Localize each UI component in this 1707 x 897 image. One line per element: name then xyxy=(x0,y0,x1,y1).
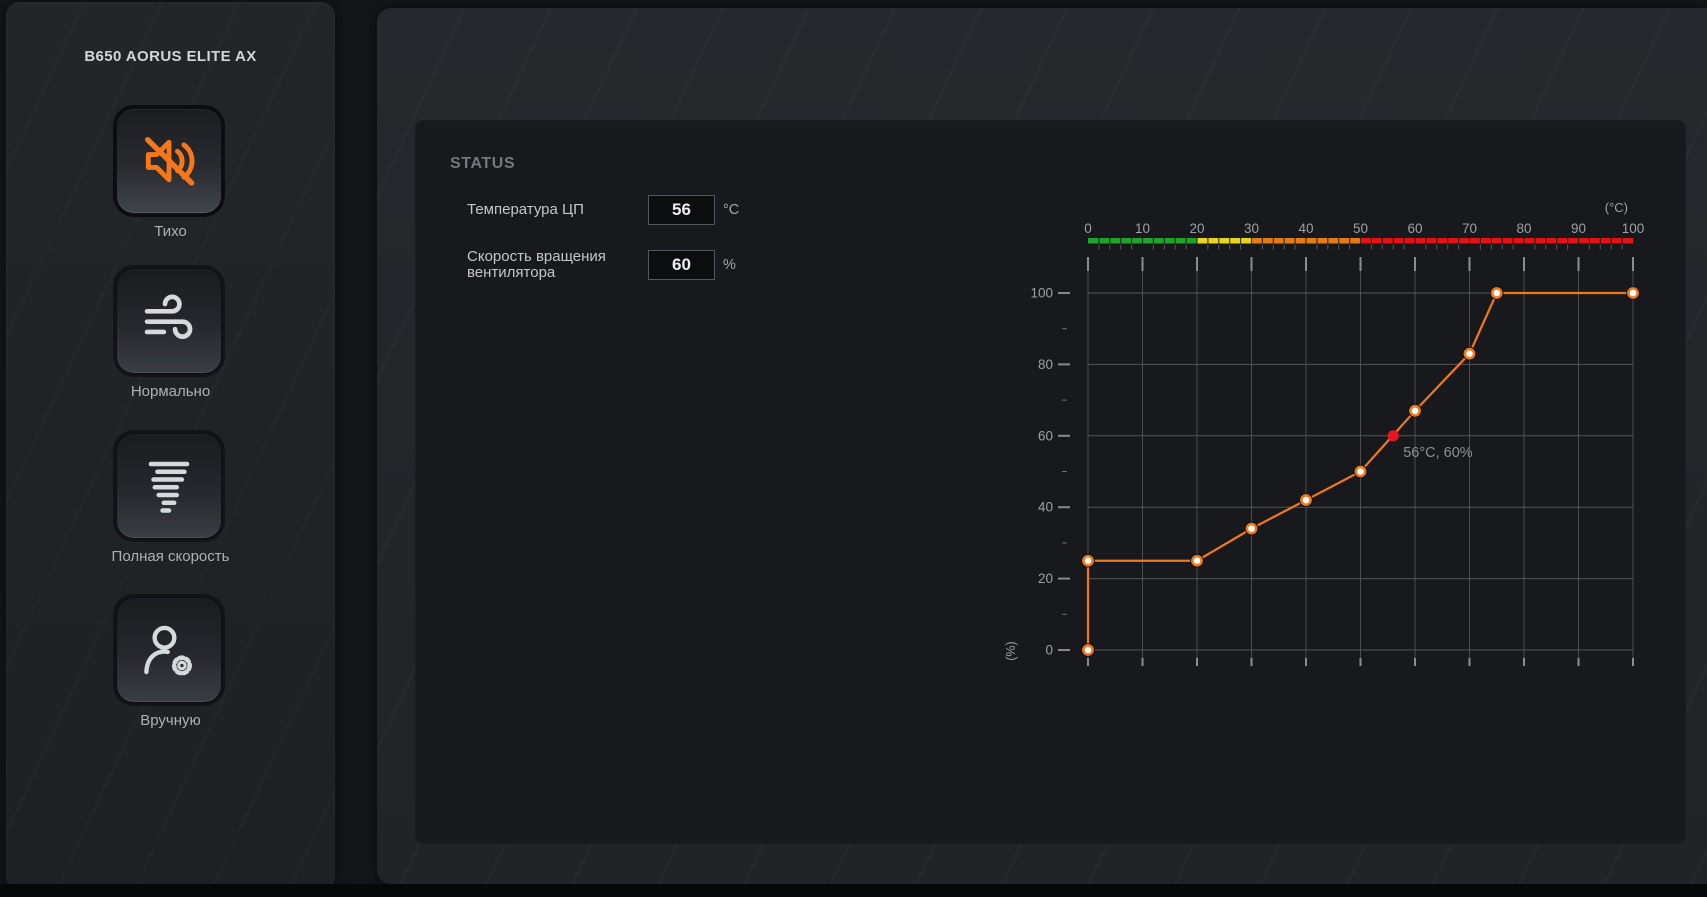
mode-normal-button[interactable] xyxy=(116,268,222,374)
svg-text:20: 20 xyxy=(1189,221,1204,236)
bottom-strip xyxy=(0,884,1707,897)
fan-curve-chart: 0 10 20 30 40 50 60 70 80 90 100 0 20 40 60 80 100 (°C) (%… xyxy=(960,170,1700,690)
svg-text:100: 100 xyxy=(1622,221,1645,236)
svg-text:60: 60 xyxy=(1038,428,1053,443)
wind-icon xyxy=(138,290,200,352)
mode-quiet-label: Тихо xyxy=(6,223,335,240)
status-heading: STATUS xyxy=(450,155,739,173)
svg-text:20: 20 xyxy=(1038,571,1053,586)
motherboard-title: B650 AORUS ELITE AX xyxy=(6,48,335,65)
svg-text:40: 40 xyxy=(1298,221,1313,236)
svg-text:50: 50 xyxy=(1353,221,1368,236)
cpu-temperature-value: 56 xyxy=(648,195,715,225)
svg-text:(°C): (°C) xyxy=(1605,200,1628,215)
mode-manual-label: Вручную xyxy=(6,712,335,729)
svg-text:(%): (%) xyxy=(1004,641,1018,660)
mode-full-speed-button[interactable] xyxy=(116,433,222,539)
svg-text:30: 30 xyxy=(1244,221,1259,236)
svg-text:80: 80 xyxy=(1038,357,1053,372)
svg-text:0: 0 xyxy=(1084,221,1092,236)
user-gear-icon xyxy=(138,619,200,681)
tornado-icon xyxy=(138,455,200,517)
svg-text:56°C, 60%: 56°C, 60% xyxy=(1403,445,1473,461)
svg-text:10: 10 xyxy=(1135,221,1150,236)
fan-speed-row: Скорость вращения вентилятора 60 % xyxy=(467,249,739,281)
status-section: STATUS Температура ЦП 56 °C Скорость вра… xyxy=(450,155,739,281)
app-window: B650 AORUS ELITE AX Тихо xyxy=(0,0,1707,897)
mode-full-speed-label: Полная скорость xyxy=(6,548,335,565)
speaker-mute-icon xyxy=(138,130,200,192)
svg-text:90: 90 xyxy=(1571,221,1586,236)
fan-speed-label: Скорость вращения вентилятора xyxy=(467,249,648,281)
svg-text:100: 100 xyxy=(1030,286,1053,301)
fan-speed-unit: % xyxy=(723,257,736,273)
fan-speed-value: 60 xyxy=(648,250,715,280)
cpu-temperature-row: Температура ЦП 56 °C xyxy=(467,195,739,225)
mode-normal-label: Нормально xyxy=(6,383,335,400)
svg-text:40: 40 xyxy=(1038,500,1053,515)
cpu-temperature-label: Температура ЦП xyxy=(467,202,648,218)
svg-text:60: 60 xyxy=(1407,221,1422,236)
sidebar: B650 AORUS ELITE AX Тихо xyxy=(6,2,335,890)
svg-text:0: 0 xyxy=(1045,643,1053,658)
mode-manual-button[interactable] xyxy=(116,597,222,703)
svg-text:80: 80 xyxy=(1516,221,1531,236)
cpu-temperature-unit: °C xyxy=(723,202,739,218)
mode-quiet-button[interactable] xyxy=(116,108,222,214)
svg-text:70: 70 xyxy=(1462,221,1477,236)
